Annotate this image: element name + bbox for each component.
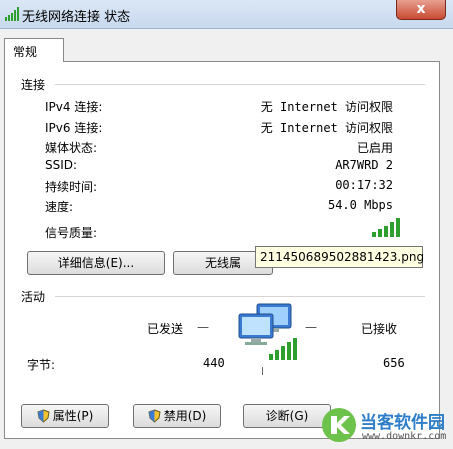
activity-divider (55, 296, 425, 297)
details-button[interactable]: 详细信息(E)... (27, 251, 165, 275)
duration-value: 00:17:32 (335, 178, 393, 192)
close-icon: x (416, 1, 426, 17)
received-divider: — (305, 320, 317, 334)
shield-icon (37, 409, 50, 423)
ssid-label: SSID: (45, 158, 78, 172)
watermark-brand: 当客软件园 (360, 413, 445, 433)
signal-quality-label: 信号质量: (45, 226, 98, 240)
properties-button-label: 属性(P) (52, 409, 94, 423)
close-button[interactable]: x (396, 0, 446, 20)
connection-heading: 连接 (21, 78, 46, 92)
received-label: 已接收 (361, 322, 398, 336)
bytes-label: 字节: (27, 358, 56, 372)
ipv4-value: 无 Internet 访问权限 (260, 100, 393, 114)
bytes-received-value: 656 (383, 356, 405, 370)
site-watermark: 当客软件园 www.downkr.com (318, 404, 450, 446)
sent-label: 已发送 (147, 322, 184, 336)
speed-label: 速度: (45, 200, 74, 214)
activity-heading: 活动 (21, 290, 46, 304)
ipv6-label: IPv6 连接: (45, 121, 103, 135)
tab-general[interactable]: 常规 (4, 38, 64, 62)
ipv6-value: 无 Internet 访问权限 (260, 121, 393, 135)
sent-divider: — (197, 320, 209, 334)
media-state-label: 媒体状态: (45, 141, 98, 155)
disable-button-label: 禁用(D) (163, 409, 207, 423)
network-computers-icon (238, 303, 297, 360)
ipv4-label: IPv4 连接: (45, 100, 103, 114)
disable-button[interactable]: 禁用(D) (133, 404, 221, 428)
ssid-value: AR7WRD 2 (335, 158, 393, 172)
activity-marker (262, 367, 263, 375)
watermark-logo-icon (322, 408, 356, 442)
media-state-value: 已启用 (356, 141, 393, 155)
properties-button[interactable]: 属性(P) (21, 404, 109, 428)
watermark-url: www.downkr.com (362, 431, 447, 442)
title-bar: 无线网络连接 状态 x (0, 0, 453, 29)
window-title: 无线网络连接 状态 (22, 10, 131, 25)
shield-icon (148, 409, 161, 423)
wireless-signal-icon (5, 7, 19, 21)
speed-value: 54.0 Mbps (327, 198, 393, 212)
bytes-sent-value: 440 (203, 356, 225, 370)
connection-divider (55, 84, 425, 85)
file-tooltip: 211450689502881423.png (255, 246, 424, 268)
duration-label: 持续时间: (45, 180, 98, 194)
signal-quality-icon (372, 218, 400, 237)
